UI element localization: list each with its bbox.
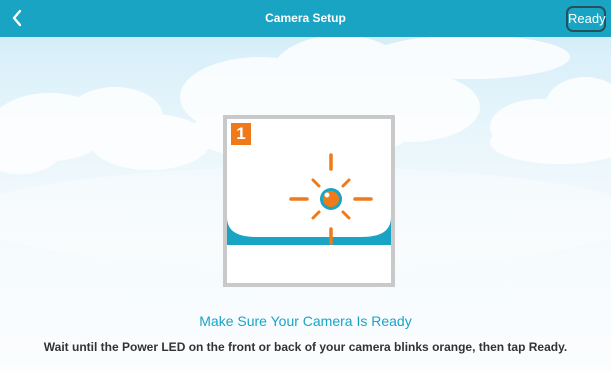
nav-bar: Camera Setup Ready [0, 0, 611, 37]
page-title: Camera Setup [265, 11, 346, 25]
ready-button[interactable]: Ready [566, 6, 606, 32]
step-heading: Make Sure Your Camera Is Ready [199, 313, 412, 329]
camera-led-icon [227, 153, 391, 245]
camera-illustration-card: 1 [223, 115, 395, 287]
step-description: Wait until the Power LED on the front or… [43, 340, 568, 354]
